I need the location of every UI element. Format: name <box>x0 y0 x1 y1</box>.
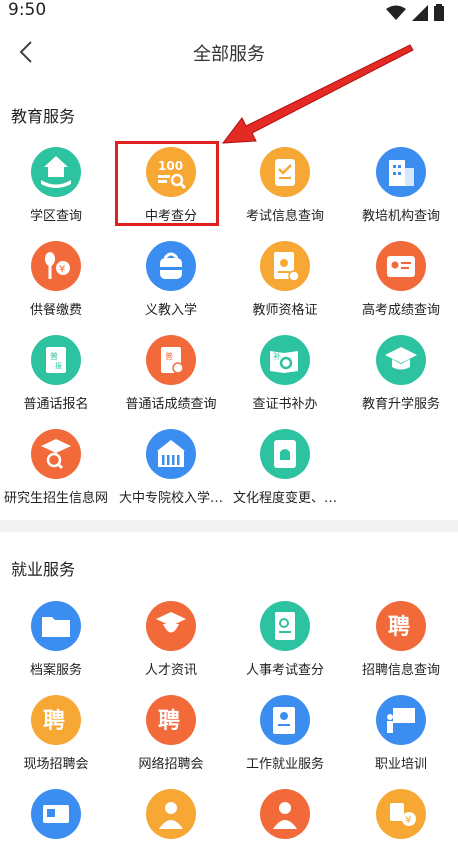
pointer-arrow <box>221 44 414 144</box>
